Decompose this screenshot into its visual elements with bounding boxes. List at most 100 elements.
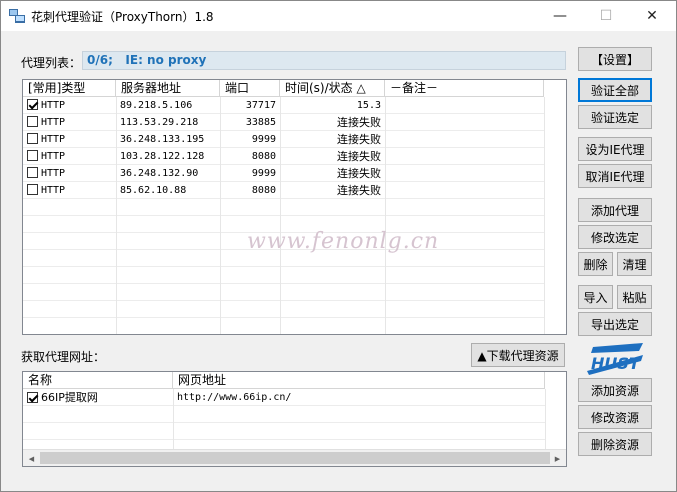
proxy-address: 85.62.10.88 (120, 185, 187, 196)
proxy-list[interactable]: [常用]类型 服务器地址 端口 时间(s)/状态 △ －备注－ HTTP 89.2… (22, 79, 567, 335)
title-bar[interactable]: 花刺代理验证（ProxyThorn）1.8 — ☐ ✕ (1, 1, 676, 31)
watermark: www.fenonlg.cn (247, 229, 440, 254)
proxy-port: 33885 (245, 117, 276, 128)
app-icon (9, 9, 25, 23)
column-header-port[interactable]: 端口 (220, 80, 280, 97)
grid-line (116, 97, 117, 334)
proxy-port: 8080 (251, 185, 276, 196)
proxy-status: 连接失败 (337, 184, 381, 197)
proxy-port: 8080 (251, 151, 276, 162)
row-checkbox[interactable] (27, 133, 38, 144)
set-ie-proxy-button[interactable]: 设为IE代理 (578, 137, 652, 161)
row-checkbox[interactable] (27, 99, 38, 110)
clean-button[interactable]: 清理 (617, 252, 652, 276)
add-proxy-button[interactable]: 添加代理 (578, 198, 652, 222)
svg-text:HUST: HUST (591, 354, 641, 373)
table-row[interactable]: HTTP 113.53.29.218 33885 连接失败 (23, 114, 544, 131)
grid-line (173, 389, 174, 451)
paste-button[interactable]: 粘贴 (617, 285, 652, 309)
proxy-port: 9999 (251, 168, 276, 179)
proxy-type: HTTP (41, 134, 66, 145)
table-row[interactable]: HTTP 89.218.5.106 37717 15.3 (23, 97, 544, 114)
proxy-note (385, 97, 544, 114)
grid-line (280, 97, 281, 334)
grid-line (545, 389, 546, 451)
scroll-thumb[interactable] (40, 452, 550, 464)
row-checkbox[interactable] (27, 167, 38, 178)
grid-line (23, 422, 545, 423)
proxy-address: 103.28.122.128 (120, 151, 205, 162)
proxy-type: HTTP (41, 185, 66, 196)
source-list-h-scrollbar[interactable]: ◀ ▶ (23, 449, 566, 466)
proxy-list-header: [常用]类型 服务器地址 端口 时间(s)/状态 △ －备注－ (23, 80, 544, 97)
source-list-header: 名称 网页地址 (23, 372, 545, 389)
grid-line (23, 215, 544, 216)
grid-line (23, 317, 544, 318)
scroll-right-arrow-icon[interactable]: ▶ (549, 450, 566, 466)
column-header-name[interactable]: 名称 (23, 372, 173, 389)
verify-all-button[interactable]: 验证全部 (578, 78, 652, 102)
close-button[interactable]: ✕ (629, 1, 675, 31)
proxy-note (385, 114, 544, 131)
proxy-status: 连接失败 (337, 133, 381, 146)
table-row[interactable]: HTTP 36.248.133.195 9999 连接失败 (23, 131, 544, 148)
column-header-url[interactable]: 网页地址 (173, 372, 545, 389)
download-source-button[interactable]: ▲下载代理资源 (471, 343, 565, 367)
proxy-type: HTTP (41, 151, 66, 162)
column-header-note[interactable]: －备注－ (385, 80, 544, 97)
source-url: http://www.66ip.cn/ (177, 392, 292, 403)
table-row[interactable]: HTTP 85.62.10.88 8080 连接失败 (23, 182, 544, 199)
hust-logo: HUST (587, 343, 643, 375)
proxy-note (385, 131, 544, 148)
delete-button[interactable]: 删除 (578, 252, 613, 276)
maximize-button[interactable]: ☐ (583, 1, 629, 31)
proxy-address: 36.248.133.195 (120, 134, 205, 145)
scroll-left-arrow-icon[interactable]: ◀ (23, 450, 40, 466)
column-header-address[interactable]: 服务器地址 (116, 80, 220, 97)
proxy-status: 连接失败 (337, 167, 381, 180)
source-url-label: 获取代理网址： (21, 350, 106, 364)
export-selected-button[interactable]: 导出选定 (578, 312, 652, 336)
proxy-list-label: 代理列表： (21, 56, 82, 70)
row-checkbox[interactable] (27, 184, 38, 195)
import-button[interactable]: 导入 (578, 285, 613, 309)
grid-line (23, 439, 545, 440)
proxy-status: 15.3 (356, 100, 381, 111)
cell-source-name: 66IP提取网 (23, 389, 173, 406)
edit-source-button[interactable]: 修改资源 (578, 405, 652, 429)
minimize-button[interactable]: — (537, 1, 583, 31)
cell-type: HTTP (23, 114, 116, 131)
grid-line (220, 97, 221, 334)
row-checkbox[interactable] (27, 116, 38, 127)
settings-button[interactable]: 【设置】 (578, 47, 652, 71)
column-header-type[interactable]: [常用]类型 (23, 80, 116, 97)
table-row[interactable]: HTTP 103.28.122.128 8080 连接失败 (23, 148, 544, 165)
verify-selected-button[interactable]: 验证选定 (578, 105, 652, 129)
delete-source-button[interactable]: 删除资源 (578, 432, 652, 456)
cancel-ie-proxy-button[interactable]: 取消IE代理 (578, 164, 652, 188)
cell-type: HTTP (23, 165, 116, 182)
proxy-address: 89.218.5.106 (120, 100, 193, 111)
grid-line (23, 300, 544, 301)
cell-type: HTTP (23, 131, 116, 148)
row-checkbox[interactable] (27, 392, 38, 403)
column-header-status[interactable]: 时间(s)/状态 △ (280, 80, 385, 97)
source-list[interactable]: 名称 网页地址 66IP提取网 http://www.66ip.cn/ ◀ ▶ (22, 371, 567, 467)
cell-type: HTTP (23, 148, 116, 165)
grid-line (23, 283, 544, 284)
source-name: 66IP提取网 (41, 391, 98, 404)
proxy-note (385, 182, 544, 199)
table-row[interactable]: 66IP提取网 http://www.66ip.cn/ (23, 389, 545, 406)
app-window: 花刺代理验证（ProxyThorn）1.8 — ☐ ✕ 代理列表： 0/6; I… (0, 0, 677, 492)
row-checkbox[interactable] (27, 150, 38, 161)
status-display: 0/6; IE: no proxy (82, 51, 566, 70)
edit-selected-button[interactable]: 修改选定 (578, 225, 652, 249)
proxy-port: 9999 (251, 134, 276, 145)
proxy-address: 113.53.29.218 (120, 117, 199, 128)
proxy-status: 连接失败 (337, 116, 381, 129)
window-title: 花刺代理验证（ProxyThorn）1.8 (31, 10, 214, 24)
table-row[interactable]: HTTP 36.248.132.90 9999 连接失败 (23, 165, 544, 182)
proxy-type: HTTP (41, 100, 66, 111)
cell-type: HTTP (23, 182, 116, 199)
add-source-button[interactable]: 添加资源 (578, 378, 652, 402)
